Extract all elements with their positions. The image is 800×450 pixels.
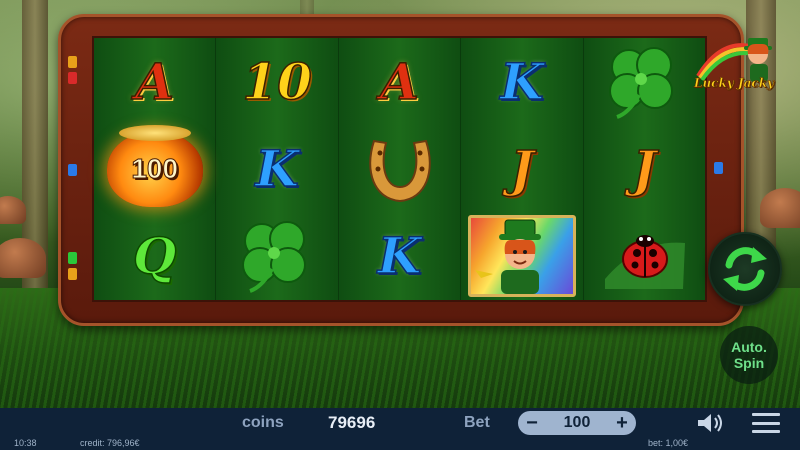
hamburger-line	[752, 430, 780, 433]
payline-marker	[68, 164, 77, 176]
symbol-a: A	[379, 51, 419, 111]
symbol-a: A	[135, 51, 175, 111]
credit-text: credit: 796,96€	[80, 438, 140, 448]
mushroom-left-2	[0, 238, 46, 278]
bet-label: Bet	[464, 414, 490, 431]
clover-icon	[242, 221, 307, 294]
reel-cell	[584, 38, 705, 125]
leprechaun-icon	[474, 219, 541, 295]
bet-value: 100	[563, 414, 591, 431]
payline-marker	[68, 252, 77, 264]
symbol-q: Q	[132, 226, 177, 286]
reel-cell: J	[461, 125, 582, 212]
clock: 10:38	[14, 438, 37, 448]
reel-grid: A 100 Q 10 K A K K J J	[92, 36, 707, 302]
logo-text: Lucky Jacky	[694, 76, 774, 91]
clover-icon	[609, 46, 674, 119]
bet-decrease-button[interactable]: −	[522, 413, 542, 433]
auto-spin-label: Auto.	[731, 339, 767, 355]
symbol-k: K	[377, 226, 422, 286]
reel-2: 10 K	[216, 38, 339, 300]
symbol-j: J	[509, 138, 534, 198]
reel-cell: K	[216, 125, 337, 212]
symbol-k: K	[255, 138, 300, 198]
leprechaun-wild-symbol	[467, 215, 576, 298]
status-row: 10:38 credit: 796,96€ bet: 1,00€	[0, 438, 800, 450]
hamburger-icon	[752, 413, 780, 416]
menu-button[interactable]	[752, 413, 780, 433]
symbol-j: J	[632, 138, 657, 198]
reel-cell: K	[339, 213, 460, 300]
auto-spin-button[interactable]: Auto. Spin	[720, 326, 778, 384]
sound-button[interactable]	[696, 412, 726, 434]
pot-value: 100	[131, 152, 179, 184]
reel-cell	[584, 213, 705, 300]
payline-marker	[68, 268, 77, 280]
reel-1: A 100 Q	[94, 38, 217, 300]
lucky-jacky-logo: Lucky Jacky	[690, 36, 782, 96]
symbol-k: K	[499, 51, 544, 111]
symbol-10: 10	[242, 51, 313, 111]
bet-increase-button[interactable]: +	[612, 413, 632, 433]
payline-marker	[68, 72, 77, 84]
speaker-icon	[698, 414, 722, 432]
mushroom-right	[760, 188, 800, 228]
reel-cell: A	[339, 38, 460, 125]
reel-cell	[461, 213, 582, 300]
spin-arrows-icon	[723, 247, 767, 291]
reel-5: J	[583, 38, 706, 300]
reel-cell	[339, 125, 460, 212]
pot-of-gold-symbol: 100	[106, 124, 203, 207]
payline-marker	[68, 56, 77, 68]
payline-marker	[714, 162, 723, 174]
ladybug-icon	[605, 235, 686, 290]
reel-cell: J	[584, 125, 705, 212]
reel-cell: K	[461, 38, 582, 125]
coins-label: coins	[242, 414, 284, 431]
reel-cell: 10	[216, 38, 337, 125]
bet-stepper: − 100 +	[518, 411, 636, 435]
spin-button[interactable]	[708, 232, 782, 306]
bottom-bar: coins 79696 Bet − 100 + 10:38 credit: 79…	[0, 408, 800, 450]
reel-4: K J	[461, 38, 584, 300]
reel-3: A K	[338, 38, 462, 300]
reel-cell: A	[94, 38, 215, 125]
reel-cell: 100	[94, 124, 215, 212]
reel-cell: Q	[94, 213, 215, 300]
auto-spin-label: Spin	[733, 355, 765, 371]
bet-amount-text: bet: 1,00€	[648, 438, 689, 448]
coins-value: 79696	[328, 413, 376, 432]
horseshoe-icon	[368, 139, 431, 202]
reel-cell	[216, 213, 337, 300]
hamburger-line	[752, 421, 780, 425]
